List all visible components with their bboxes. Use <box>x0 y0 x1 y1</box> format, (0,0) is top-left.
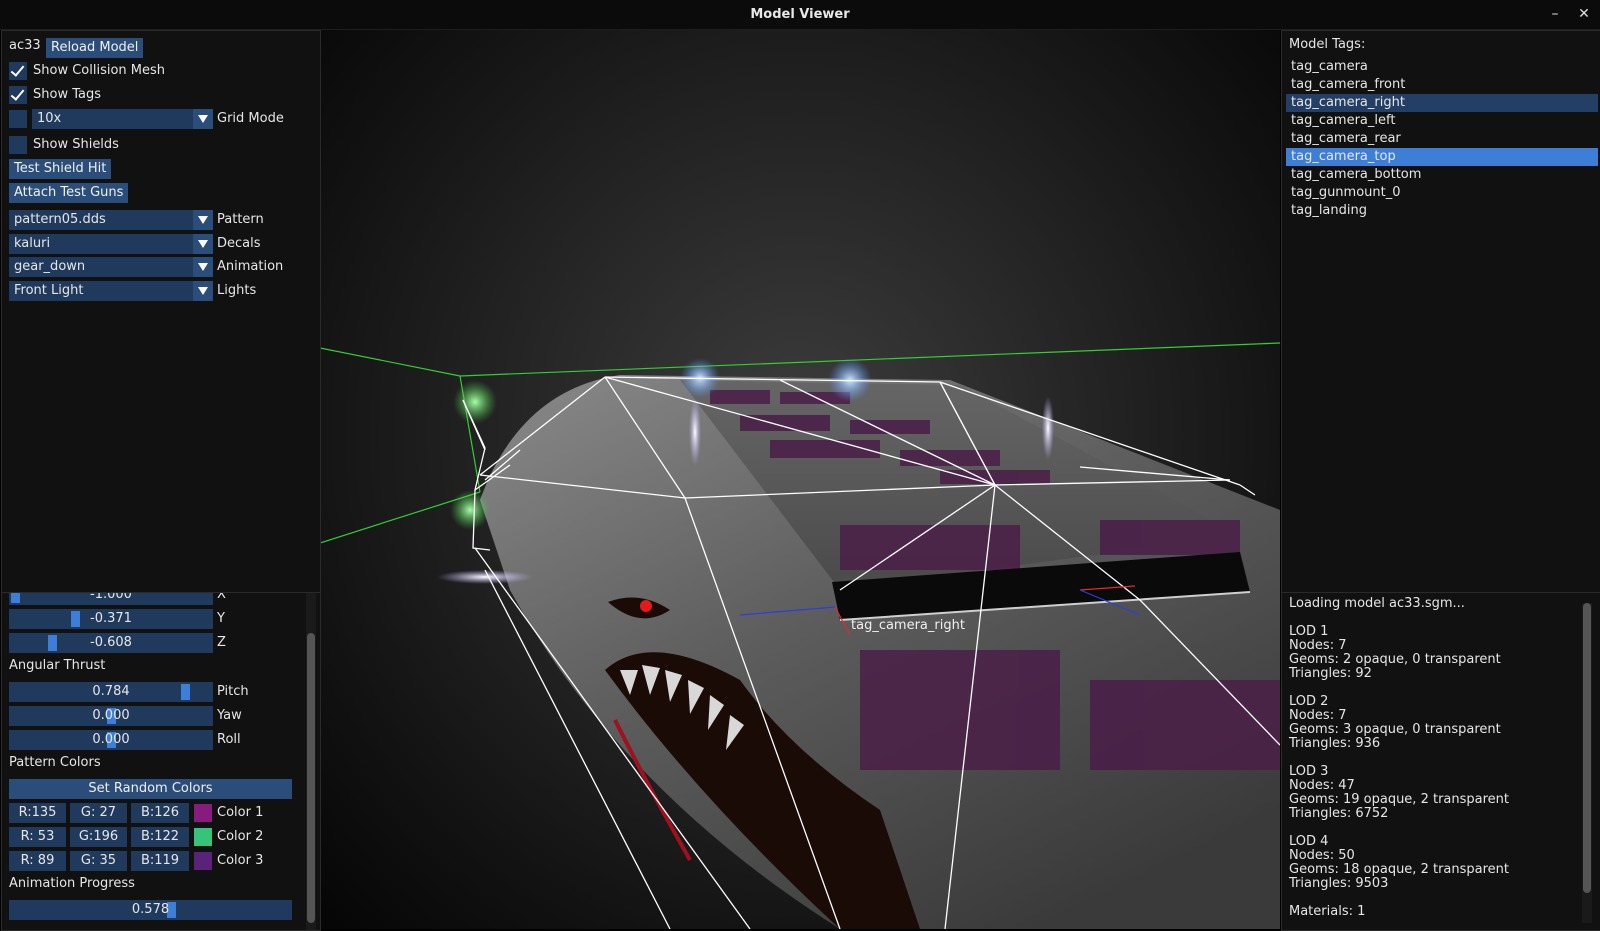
yaw-label: Yaw <box>217 708 242 723</box>
scrollbar-thumb[interactable] <box>307 633 315 923</box>
decals-value: kaluri <box>14 236 51 251</box>
chevron-down-icon <box>193 210 213 230</box>
color3-label: Color 3 <box>217 853 264 868</box>
color3-b-field[interactable]: B:119 <box>131 851 189 871</box>
thrust-x-label: X <box>217 592 226 602</box>
slider-value: 0.000 <box>92 708 130 723</box>
show-shields-checkbox[interactable] <box>9 136 27 154</box>
color1-swatch[interactable] <box>194 804 212 822</box>
tag-list-item[interactable]: tag_camera <box>1286 58 1598 76</box>
model-tags-panel: Model Tags: tag_camera tag_camera_front ta… <box>1281 30 1600 593</box>
model-name: ac33 <box>9 38 41 53</box>
grid-mode-dropdown[interactable]: 10x <box>32 109 213 129</box>
reload-model-button[interactable]: Reload Model <box>46 38 144 58</box>
lights-label: Lights <box>217 283 257 298</box>
show-tags-checkbox[interactable] <box>9 86 27 104</box>
tag-list-item[interactable]: tag_camera_front <box>1286 76 1598 94</box>
show-tags-label: Show Tags <box>33 87 101 102</box>
linear-thrust-z-slider[interactable]: -0.608 <box>9 633 213 653</box>
chevron-down-icon <box>193 257 213 277</box>
scrollbar-thumb[interactable] <box>1583 603 1591 893</box>
pitch-slider[interactable]: 0.784 <box>9 682 213 702</box>
decals-dropdown[interactable]: kaluri <box>9 234 213 254</box>
show-collision-mesh-label: Show Collision Mesh <box>33 63 166 78</box>
title-bar: Model Viewer – ✕ <box>0 0 1600 30</box>
attach-test-guns-button[interactable]: Attach Test Guns <box>9 183 129 203</box>
log-panel-scrollbar[interactable] <box>1582 603 1592 923</box>
angular-thrust-header: Angular Thrust <box>9 658 106 673</box>
slider-value: 0.784 <box>92 684 130 699</box>
linear-thrust-y-slider[interactable]: -0.371 <box>9 609 213 629</box>
lights-value: Front Light <box>14 283 84 298</box>
close-button[interactable]: ✕ <box>1573 4 1595 24</box>
pattern-value: pattern05.dds <box>14 212 106 227</box>
animation-label: Animation <box>217 259 284 274</box>
3d-viewport[interactable]: tag_camera_right <box>320 30 1280 929</box>
thrust-z-label: Z <box>217 635 226 650</box>
tag-list-item[interactable]: tag_camera_top <box>1286 148 1598 166</box>
color1-label: Color 1 <box>217 805 264 820</box>
color2-b-field[interactable]: B:122 <box>131 827 189 847</box>
set-random-colors-button[interactable]: Set Random Colors <box>9 779 292 799</box>
tag-list-item[interactable]: tag_gunmount_0 <box>1286 184 1598 202</box>
viewport-tag-label: tag_camera_right <box>851 618 965 633</box>
window-title: Model Viewer <box>750 7 850 22</box>
chevron-down-icon <box>193 281 213 301</box>
yaw-slider[interactable]: 0.000 <box>9 706 213 726</box>
chevron-down-icon <box>193 109 213 129</box>
minimize-button[interactable]: – <box>1544 4 1566 24</box>
tag-list-item[interactable]: tag_camera_right <box>1286 94 1598 112</box>
model-settings-panel: ac33 Reload Model Show Collision Mesh Sh… <box>1 30 321 593</box>
load-log-text: Loading model ac33.sgm... LOD 1 Nodes: 7… <box>1289 596 1510 919</box>
pattern-dropdown[interactable]: pattern05.dds <box>9 210 213 230</box>
thrust-y-label: Y <box>217 611 225 626</box>
show-collision-mesh-checkbox[interactable] <box>9 62 27 80</box>
slider-value: -0.608 <box>90 635 132 650</box>
tag-list-item[interactable]: tag_camera_bottom <box>1286 166 1598 184</box>
color2-label: Color 2 <box>217 829 264 844</box>
model-tags-header: Model Tags: <box>1289 37 1366 52</box>
pitch-label: Pitch <box>217 684 249 699</box>
roll-slider[interactable]: 0.000 <box>9 730 213 750</box>
grid-mode-label: Grid Mode <box>217 111 284 126</box>
grid-checkbox[interactable] <box>9 110 27 128</box>
animation-dropdown[interactable]: gear_down <box>9 257 213 277</box>
color3-g-field[interactable]: G: 35 <box>70 851 127 871</box>
color2-swatch[interactable] <box>194 828 212 846</box>
pattern-colors-header: Pattern Colors <box>9 755 101 770</box>
pattern-label: Pattern <box>217 212 264 227</box>
slider-value: -1.000 <box>90 592 132 602</box>
animation-progress-header: Animation Progress <box>9 876 135 891</box>
animation-value: gear_down <box>14 259 86 274</box>
tag-list-item[interactable]: tag_landing <box>1286 202 1598 220</box>
lights-dropdown[interactable]: Front Light <box>9 281 213 301</box>
color1-b-field[interactable]: B:126 <box>131 803 189 823</box>
slider-value: -0.371 <box>90 611 132 626</box>
color3-r-field[interactable]: R: 89 <box>9 851 66 871</box>
thrust-panel-scrollbar[interactable] <box>306 593 316 930</box>
color2-g-field[interactable]: G:196 <box>70 827 127 847</box>
color2-r-field[interactable]: R: 53 <box>9 827 66 847</box>
show-shields-label: Show Shields <box>33 137 119 152</box>
slider-value: 0.000 <box>92 732 130 747</box>
decals-label: Decals <box>217 236 261 251</box>
thrust-panel: -1.000 X -0.371 Y -0.608 Z Angular Thrus… <box>1 592 321 931</box>
chevron-down-icon <box>193 234 213 254</box>
linear-thrust-x-slider[interactable]: -1.000 <box>9 592 213 605</box>
model-render <box>320 342 1280 929</box>
tag-list-item[interactable]: tag_camera_left <box>1286 112 1598 130</box>
animation-progress-slider[interactable]: 0.578 <box>9 900 292 920</box>
tag-list-item[interactable]: tag_camera_rear <box>1286 130 1598 148</box>
color3-swatch[interactable] <box>194 852 212 870</box>
color1-g-field[interactable]: G: 27 <box>70 803 127 823</box>
color1-r-field[interactable]: R:135 <box>9 803 66 823</box>
log-panel: Loading model ac33.sgm... LOD 1 Nodes: 7… <box>1281 592 1600 931</box>
slider-value: 0.578 <box>131 902 170 917</box>
roll-label: Roll <box>217 732 241 747</box>
test-shield-hit-button[interactable]: Test Shield Hit <box>9 159 112 179</box>
grid-mode-value: 10x <box>37 111 62 126</box>
